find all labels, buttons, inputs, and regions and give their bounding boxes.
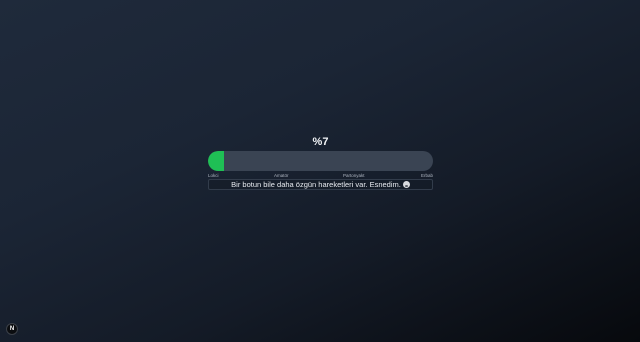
- progress-scale: Lokci Amatör Partonyakt Erbab: [208, 172, 433, 179]
- yawning-face-icon: [402, 181, 410, 188]
- scale-label-3: Partonyakt: [343, 173, 365, 178]
- scale-label-4: Erbab: [420, 173, 433, 178]
- scale-label-1: Lokci: [208, 173, 219, 178]
- scale-label-2: Amatör: [274, 173, 289, 178]
- progress-percent-label: %7: [312, 136, 329, 148]
- badge-letter: N: [9, 326, 15, 332]
- progress-track: [208, 151, 433, 171]
- progress-panel: %7 Lokci Amatör Partonyakt Erbab Bir bot…: [208, 136, 433, 190]
- n-logo-icon[interactable]: N: [6, 323, 18, 335]
- progress-fill: [208, 151, 224, 171]
- feedback-message: Bir botun bile daha özgün hareketleri va…: [208, 179, 433, 190]
- feedback-message-text: Bir botun bile daha özgün hareketleri va…: [231, 180, 401, 189]
